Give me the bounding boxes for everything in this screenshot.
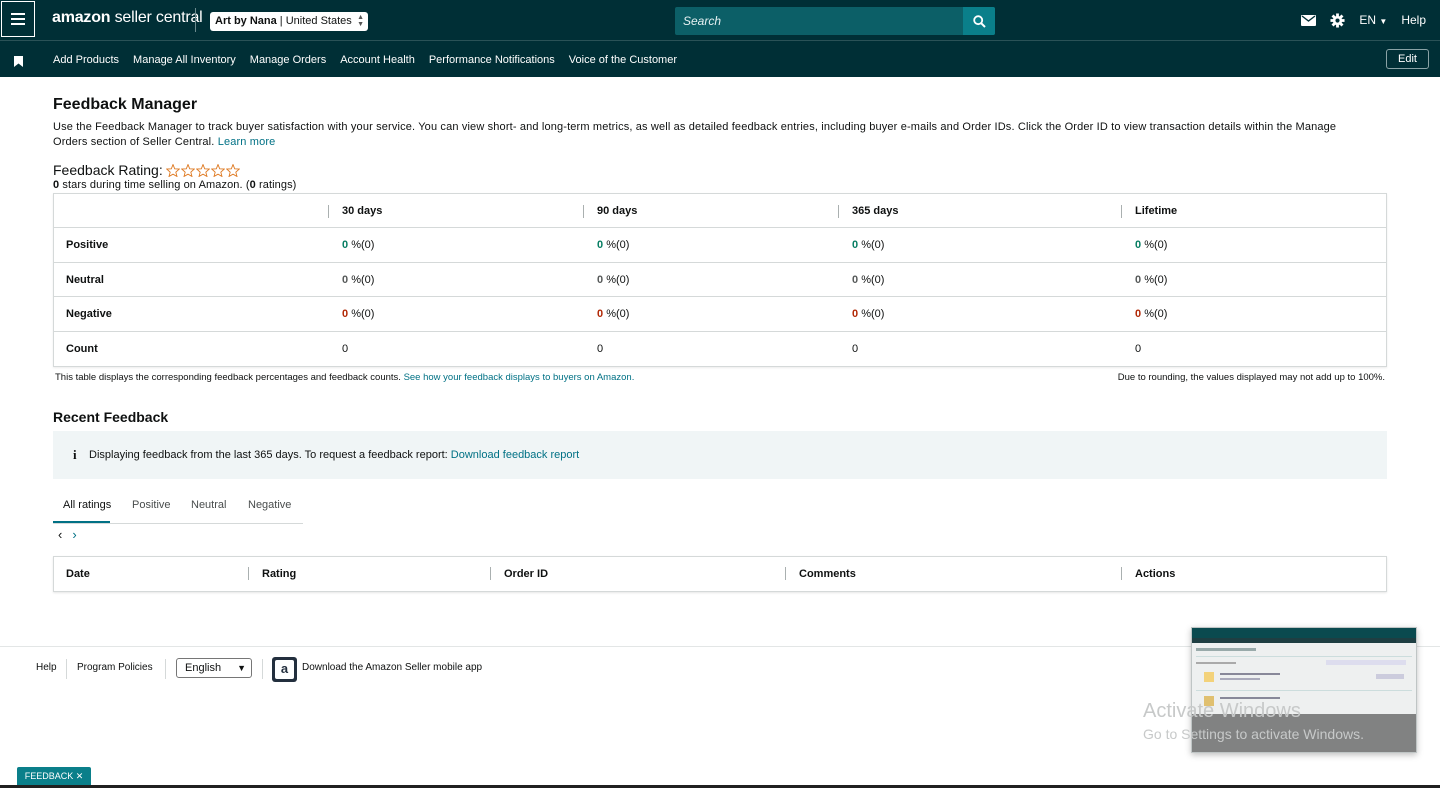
metrics-note: This table displays the corresponding fe… [55,372,635,383]
header-divider [195,8,196,32]
feedback-table-header: Date Rating Order ID Comments Actions [53,556,1387,592]
metric-cell: 0 [342,343,349,355]
rating-tabs: All ratings Positive Neutral Negative [53,490,303,524]
metrics-header-row: 30 days 90 days 365 days Lifetime [54,194,1386,228]
metric-cell: 0 %(0) [1135,308,1168,320]
metric-cell: 0 %(0) [597,308,630,320]
gear-icon[interactable] [1330,12,1345,28]
metric-cell: 0 %(0) [1135,273,1168,286]
language-dropdown[interactable]: English ▼ [176,658,252,678]
bookmark-icon[interactable] [14,54,23,72]
star-icon [225,163,240,177]
nav-account-health[interactable]: Account Health [340,54,415,66]
search-icon [972,14,986,28]
store-region: | United States [276,15,352,27]
metric-cell: 0 %(0) [342,239,375,251]
nav-manage-orders[interactable]: Manage Orders [250,54,326,66]
tab-scroll-controls: ‹ › [58,527,77,542]
store-name: Art by Nana [215,15,277,27]
star-icon [165,163,180,177]
feedback-metrics-table: 30 days 90 days 365 days Lifetime Positi… [53,193,1387,367]
col-90-days: 90 days [597,204,638,217]
metrics-row-positive: Positive 0 %(0) 0 %(0) 0 %(0) 0 %(0) [54,228,1386,263]
footer-help-link[interactable]: Help [36,662,57,673]
metric-cell: 0 [1135,343,1142,355]
page-title: Feedback Manager [53,96,198,113]
star-icon [195,163,210,177]
feedback-display-link[interactable]: See how your feedback displays to buyers… [404,372,635,383]
metric-cell: 0 %(0) [852,273,885,286]
col-actions[interactable]: Actions [1135,568,1175,580]
metric-cell: 0 %(0) [852,239,885,251]
chevron-left-icon[interactable]: ‹ [58,527,62,542]
learn-more-link[interactable]: Learn more [218,136,276,148]
activate-windows-subtitle: Go to Settings to activate Windows. [1143,726,1364,742]
metrics-row-negative: Negative 0 %(0) 0 %(0) 0 %(0) 0 %(0) [54,297,1386,332]
metric-cell: 0 %(0) [1135,239,1168,251]
metrics-row-count: Count 0 0 0 0 [54,332,1386,366]
chevron-down-icon: ▼ [237,663,246,673]
search-box [675,7,995,35]
mail-icon[interactable] [1301,14,1317,26]
mobile-app-link[interactable]: Download the Amazon Seller mobile app [302,662,482,673]
metric-cell: 0 %(0) [852,308,885,320]
col-comments[interactable]: Comments [799,568,856,580]
metric-cell: 0 %(0) [597,273,630,286]
metric-cell: 0 [597,343,604,355]
col-date[interactable]: Date [66,568,90,580]
info-icon: i [73,447,77,462]
tab-all-ratings[interactable]: All ratings [63,499,111,511]
search-input[interactable] [675,7,963,35]
col-rating[interactable]: Rating [262,568,296,580]
nav-voice-of-customer[interactable]: Voice of the Customer [569,54,677,66]
feedback-button[interactable]: FEEDBACK ✕ [17,767,91,785]
updown-icon: ▲ ▼ [357,14,364,28]
metric-cell: 0 %(0) [597,239,630,251]
menu-icon[interactable] [1,1,35,37]
search-button[interactable] [963,7,995,35]
language-selector[interactable]: EN ▼ [1359,13,1387,27]
info-alert: i Displaying feedback from the last 365 … [53,431,1387,479]
tab-neutral[interactable]: Neutral [191,499,226,511]
star-icon [180,163,195,177]
store-selector[interactable]: Art by Nana | United States ▲ ▼ [210,12,368,31]
col-365-days: 365 days [852,204,899,217]
nav-manage-inventory[interactable]: Manage All Inventory [133,54,236,66]
recent-feedback-title: Recent Feedback [53,409,169,425]
tab-negative[interactable]: Negative [248,499,291,511]
top-bar: amazon seller central Art by Nana | Unit… [0,0,1440,40]
col-order-id[interactable]: Order ID [504,568,548,580]
metric-cell: 0 %(0) [342,273,375,286]
edit-button[interactable]: Edit [1386,49,1429,69]
thumbnail-preview [1196,648,1412,706]
col-30-days: 30 days [342,204,383,217]
tab-positive[interactable]: Positive [132,499,171,511]
nav-bar: Add Products Manage All Inventory Manage… [0,40,1440,77]
nav-performance-notifications[interactable]: Performance Notifications [429,54,555,66]
seller-central-logo[interactable]: amazon seller central [52,9,203,27]
rounding-note: Due to rounding, the values displayed ma… [1117,372,1385,383]
download-report-link[interactable]: Download feedback report [451,449,579,461]
rating-summary: 0 stars during time selling on Amazon. (… [53,179,297,191]
help-link[interactable]: Help [1401,13,1426,27]
metric-cell: 0 %(0) [342,308,375,320]
activate-windows-title: Activate Windows [1143,700,1301,722]
active-tab-indicator [53,521,110,523]
metric-cell: 0 [852,343,859,355]
col-lifetime: Lifetime [1135,204,1178,217]
star-icon [210,163,225,177]
amazon-app-icon[interactable]: a [272,657,297,682]
program-policies-link[interactable]: Program Policies [77,662,153,673]
chevron-down-icon: ▼ [1379,17,1388,26]
page-description: Use the Feedback Manager to track buyer … [53,121,1337,148]
feedback-rating-label: Feedback Rating: [53,162,163,178]
star-rating [165,163,240,177]
chevron-right-icon[interactable]: › [72,527,76,542]
nav-add-products[interactable]: Add Products [53,54,119,66]
feedback-rating: Feedback Rating: [53,162,240,178]
metrics-row-neutral: Neutral 0 %(0) 0 %(0) 0 %(0) 0 %(0) [54,263,1386,297]
